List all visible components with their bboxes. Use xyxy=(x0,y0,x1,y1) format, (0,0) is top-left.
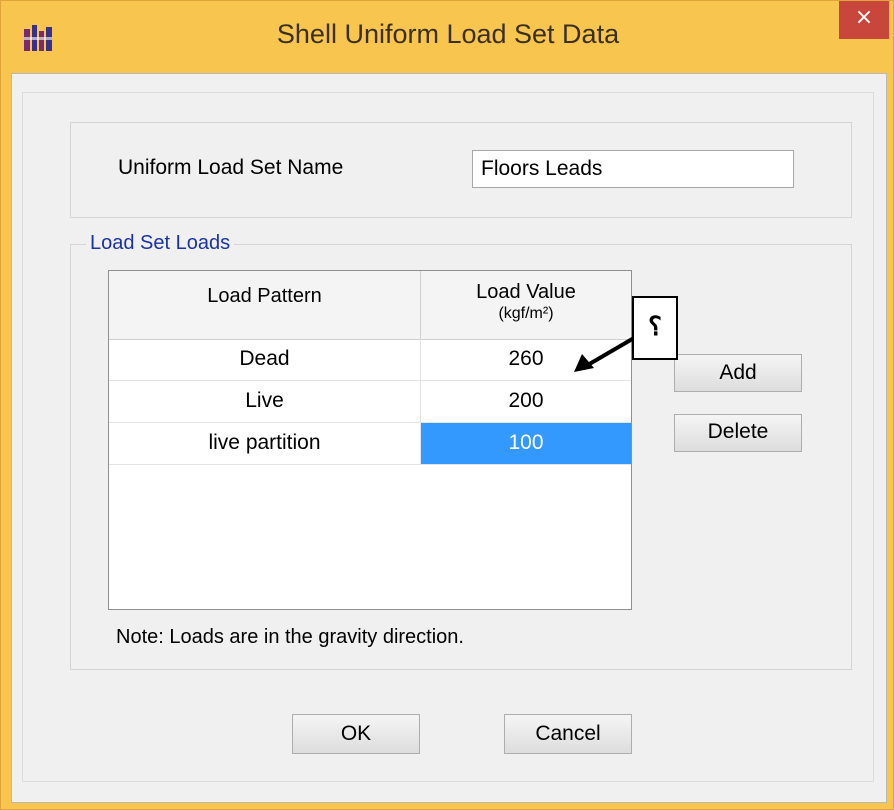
table-row[interactable]: Dead 260 xyxy=(109,339,631,381)
dialog-window: Shell Uniform Load Set Data × Uniform Lo… xyxy=(0,0,894,810)
load-set-name-label: Uniform Load Set Name xyxy=(118,156,344,179)
header-load-value[interactable]: Load Value (kgf/m²) xyxy=(421,271,631,339)
table-row[interactable]: live partition 100 xyxy=(109,423,631,465)
row-value-cell-selected[interactable]: 100 xyxy=(421,423,631,465)
row-pattern-cell[interactable]: Live xyxy=(109,381,421,423)
gravity-note: Note: Loads are in the gravity direction… xyxy=(116,626,464,648)
header-load-value-label: Load Value xyxy=(476,281,576,303)
row-value-cell[interactable]: 200 xyxy=(421,381,631,423)
ok-button[interactable]: OK xyxy=(292,714,420,754)
load-set-name-input[interactable]: Floors Leads xyxy=(472,150,794,188)
add-button[interactable]: Add xyxy=(674,354,802,392)
loads-grid[interactable]: Load Pattern Load Value (kgf/m²) Dead 26… xyxy=(108,270,632,610)
delete-button[interactable]: Delete xyxy=(674,414,802,452)
question-callout: ؟ xyxy=(632,296,678,360)
window-title: Shell Uniform Load Set Data xyxy=(276,19,620,49)
dialog-body: Uniform Load Set Name Floors Leads Load … xyxy=(11,73,887,803)
header-load-pattern[interactable]: Load Pattern xyxy=(109,271,421,339)
cancel-button[interactable]: Cancel xyxy=(504,714,632,754)
title-bar[interactable]: Shell Uniform Load Set Data × xyxy=(1,1,894,73)
close-icon: × xyxy=(854,5,874,30)
table-row[interactable]: Live 200 xyxy=(109,381,631,423)
row-pattern-cell[interactable]: live partition xyxy=(109,423,421,465)
header-load-value-unit: (kgf/m²) xyxy=(498,305,554,322)
grid-header: Load Pattern Load Value (kgf/m²) xyxy=(109,271,631,340)
load-set-loads-legend: Load Set Loads xyxy=(86,232,235,255)
close-button[interactable]: × xyxy=(839,1,889,39)
row-pattern-cell[interactable]: Dead xyxy=(109,339,421,381)
